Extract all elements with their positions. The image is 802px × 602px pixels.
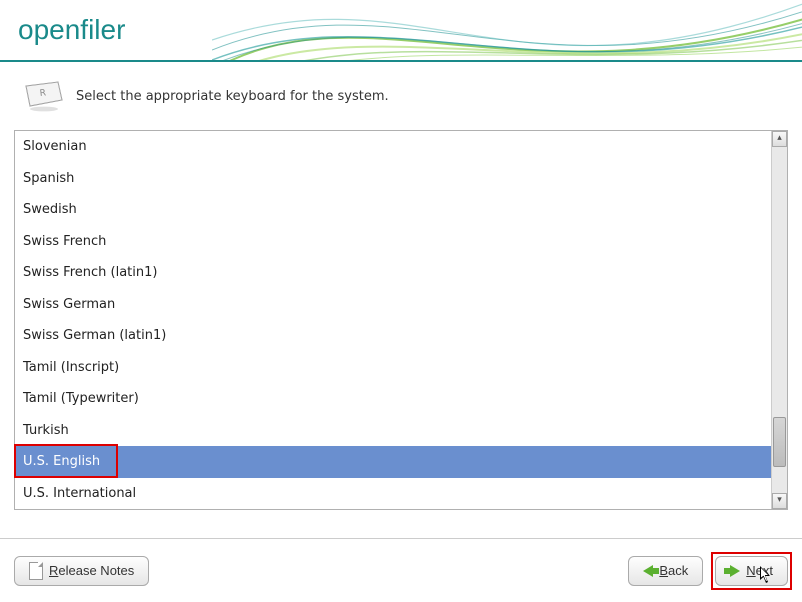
list-item[interactable]: Swiss German (15, 289, 771, 321)
scrollbar[interactable]: ▴ ▾ (771, 131, 787, 509)
scroll-up-button[interactable]: ▴ (772, 131, 787, 147)
next-mnemonic: N (746, 563, 755, 578)
back-mnemonic: B (659, 563, 668, 578)
footer: Release Notes Back Next (0, 538, 802, 602)
scroll-thumb[interactable] (773, 417, 786, 467)
list-item[interactable]: Tamil (Typewriter) (15, 383, 771, 415)
instruction-text: Select the appropriate keyboard for the … (76, 89, 389, 104)
scroll-track[interactable] (772, 147, 787, 493)
list-item[interactable]: U.S. International (15, 478, 771, 510)
list-item[interactable]: Spanish (15, 163, 771, 195)
release-notes-mnemonic: R (49, 563, 58, 578)
next-label-rest: ext (756, 563, 773, 578)
arrow-left-icon (643, 565, 653, 577)
scroll-down-button[interactable]: ▾ (772, 493, 787, 509)
release-notes-label: elease Notes (58, 563, 134, 578)
svg-text:R: R (39, 88, 46, 99)
next-button[interactable]: Next (715, 556, 788, 586)
list-item[interactable]: Slovenian (15, 131, 771, 163)
keyboard-icon: R (20, 80, 64, 112)
list-item[interactable]: Swedish (15, 194, 771, 226)
document-icon (29, 562, 43, 580)
header-decoration (212, 0, 802, 62)
instruction-row: R Select the appropriate keyboard for th… (0, 62, 802, 124)
list-item[interactable]: Swiss German (latin1) (15, 320, 771, 352)
list-item[interactable]: U.S. English (15, 446, 771, 478)
arrow-right-icon (730, 565, 740, 577)
keyboard-list-body[interactable]: SlovenianSpanishSwedishSwiss FrenchSwiss… (15, 131, 771, 509)
back-button[interactable]: Back (628, 556, 703, 586)
release-notes-button[interactable]: Release Notes (14, 556, 149, 586)
list-item[interactable]: Swiss French (latin1) (15, 257, 771, 289)
back-label-rest: ack (668, 563, 688, 578)
list-item[interactable]: Turkish (15, 415, 771, 447)
brand-logo: openfiler (18, 14, 125, 46)
header: openfiler (0, 0, 802, 62)
keyboard-list: SlovenianSpanishSwedishSwiss FrenchSwiss… (14, 130, 788, 510)
list-item[interactable]: Swiss French (15, 226, 771, 258)
list-item[interactable]: Tamil (Inscript) (15, 352, 771, 384)
